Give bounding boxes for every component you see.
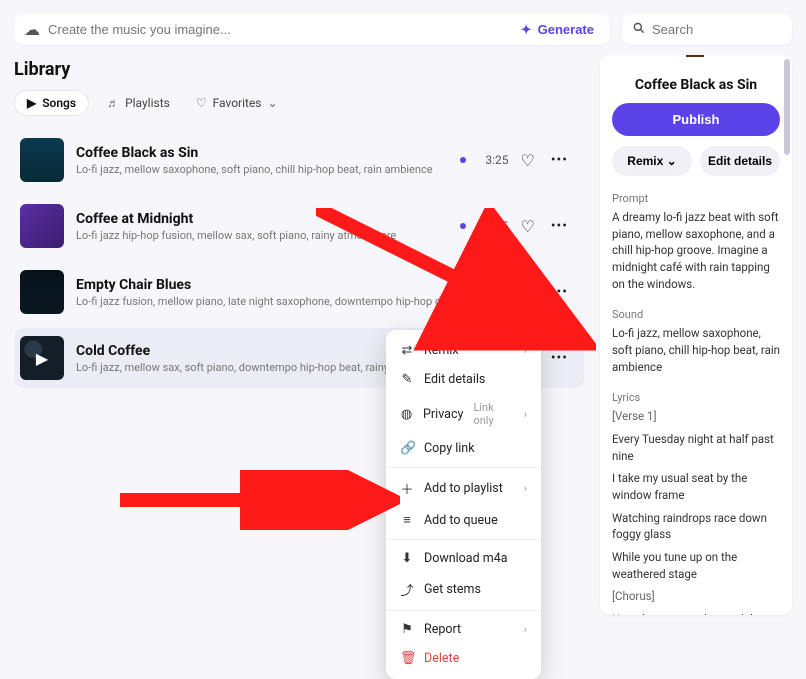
chevron-right-icon: › — [524, 408, 527, 421]
menu-label: Edit details — [424, 372, 485, 387]
search-icon — [632, 21, 646, 39]
sparkle-icon: ✦ — [521, 22, 532, 38]
filter-playlists[interactable]: ♬ Playlists — [99, 91, 178, 115]
menu-label: Add to playlist — [424, 481, 503, 496]
filter-favorites-label: Favorites — [213, 96, 262, 110]
separator — [386, 610, 541, 611]
song-title: Coffee Black as Sin — [76, 145, 448, 161]
share-icon: ⤴ — [400, 580, 414, 599]
globe-icon: ◍ — [400, 407, 413, 422]
menu-label: Delete — [424, 651, 459, 666]
status-dot — [460, 157, 466, 163]
menu-edit-details[interactable]: ✎ Edit details — [386, 365, 541, 394]
link-icon: 🔗 — [400, 441, 414, 456]
menu-label: Add to queue — [424, 513, 498, 528]
song-row[interactable]: Coffee Black as Sin Lo-fi jazz, mellow s… — [14, 130, 584, 190]
search-input[interactable] — [652, 22, 806, 37]
prompt-body: A dreamy lo-fi jazz beat with soft piano… — [612, 209, 780, 292]
section-label: Lyrics — [612, 391, 780, 404]
lyrics-line: How do you say what can't be spoken? — [612, 611, 780, 615]
menu-label: Download m4a — [424, 551, 508, 566]
lyrics-line: I take my usual seat by the window frame — [612, 470, 780, 503]
lyrics-chorus-head: [Chorus] — [612, 588, 780, 605]
more-button[interactable]: ••• — [547, 150, 572, 170]
scrollbar[interactable] — [784, 59, 790, 155]
favorite-button[interactable]: ♡ — [520, 151, 534, 170]
generate-label: Generate — [538, 22, 594, 37]
upload-cloud-icon: ☁︎ — [24, 20, 40, 39]
menu-privacy[interactable]: ◍ Privacy Link only › — [386, 394, 541, 434]
menu-label: Report — [424, 622, 461, 637]
flag-icon: ⚑ — [400, 622, 414, 637]
song-thumbnail[interactable] — [20, 204, 64, 248]
trash-icon: 🗑 — [400, 651, 414, 666]
detail-title: Coffee Black as Sin — [612, 77, 780, 93]
privacy-value: Link only — [473, 401, 513, 427]
play-icon: ▶ — [20, 336, 64, 380]
sound-body: Lo-fi jazz, mellow saxophone, soft piano… — [612, 325, 780, 375]
annotation-arrow — [120, 470, 400, 530]
heart-outline-icon: ♡ — [196, 96, 207, 110]
lyrics-line: While you tune up on the weathered stage — [612, 549, 780, 582]
lyrics-line: Every Tuesday night at half past nine — [612, 431, 780, 464]
menu-label: Copy link — [424, 441, 475, 456]
plus-icon: ＋ — [400, 479, 414, 498]
separator — [386, 467, 541, 468]
separator — [386, 539, 541, 540]
menu-add-playlist[interactable]: ＋ Add to playlist › — [386, 472, 541, 505]
publish-button[interactable]: Publish — [612, 103, 780, 136]
download-icon: ⬇ — [400, 551, 414, 566]
song-thumbnail[interactable] — [20, 138, 64, 182]
remix-button[interactable]: Remix ⌄ — [612, 146, 692, 176]
prompt-section: Prompt A dreamy lo-fi jazz beat with sof… — [612, 192, 780, 292]
filter-songs-label: Songs — [42, 96, 76, 110]
playlist-icon: ♬ — [107, 96, 119, 110]
song-subtitle: Lo-fi jazz, mellow saxophone, soft piano… — [76, 163, 448, 176]
sound-section: Sound Lo-fi jazz, mellow saxophone, soft… — [612, 308, 780, 375]
menu-add-queue[interactable]: ≡ Add to queue — [386, 505, 541, 535]
detail-panel: Coffee Black as Sin Publish Remix ⌄ Edit… — [600, 55, 792, 615]
context-menu: ⇄ Remix › ✎ Edit details ◍ Privacy Link … — [386, 330, 541, 679]
chevron-down-icon: ⌄ — [667, 154, 677, 168]
annotation-arrow — [316, 208, 596, 358]
library-filters: ▶ Songs ♬ Playlists ♡ Favorites ⌄ — [14, 90, 584, 116]
song-thumbnail[interactable] — [20, 270, 64, 314]
queue-icon: ≡ — [400, 512, 414, 528]
chevron-right-icon: › — [524, 623, 527, 636]
filter-songs[interactable]: ▶ Songs — [14, 90, 89, 116]
library-heading: Library — [14, 59, 584, 80]
menu-download[interactable]: ⬇ Download m4a — [386, 544, 541, 573]
prompt-input[interactable] — [48, 22, 515, 37]
menu-report[interactable]: ⚑ Report › — [386, 615, 541, 644]
song-thumbnail[interactable]: ▶ — [20, 336, 64, 380]
filter-playlists-label: Playlists — [125, 96, 170, 110]
chevron-right-icon: › — [524, 482, 527, 495]
song-duration: 3:25 — [478, 153, 508, 167]
lyrics-section: Lyrics [Verse 1] Every Tuesday night at … — [612, 391, 780, 615]
menu-label: Get stems — [424, 582, 481, 597]
filter-favorites[interactable]: ♡ Favorites ⌄ — [188, 91, 286, 115]
search-box[interactable] — [622, 14, 792, 45]
lyrics-body: [Verse 1] Every Tuesday night at half pa… — [612, 408, 780, 615]
menu-label: Privacy — [423, 407, 463, 422]
section-label: Prompt — [612, 192, 780, 205]
pencil-icon: ✎ — [400, 372, 414, 387]
menu-delete[interactable]: 🗑 Delete — [386, 644, 541, 673]
section-label: Sound — [612, 308, 780, 321]
play-icon: ▶ — [27, 96, 36, 110]
menu-copy-link[interactable]: 🔗 Copy link — [386, 434, 541, 463]
menu-get-stems[interactable]: ⤴ Get stems — [386, 573, 541, 606]
chevron-down-icon: ⌄ — [268, 96, 278, 110]
remix-label: Remix — [627, 154, 663, 168]
lyrics-line: Watching raindrops race down foggy glass — [612, 510, 780, 543]
prompt-box[interactable]: ☁︎ ✦ Generate — [14, 14, 610, 45]
generate-button[interactable]: ✦ Generate — [515, 22, 600, 38]
lyrics-verse-head: [Verse 1] — [612, 408, 780, 425]
edit-details-button[interactable]: Edit details — [700, 146, 780, 176]
